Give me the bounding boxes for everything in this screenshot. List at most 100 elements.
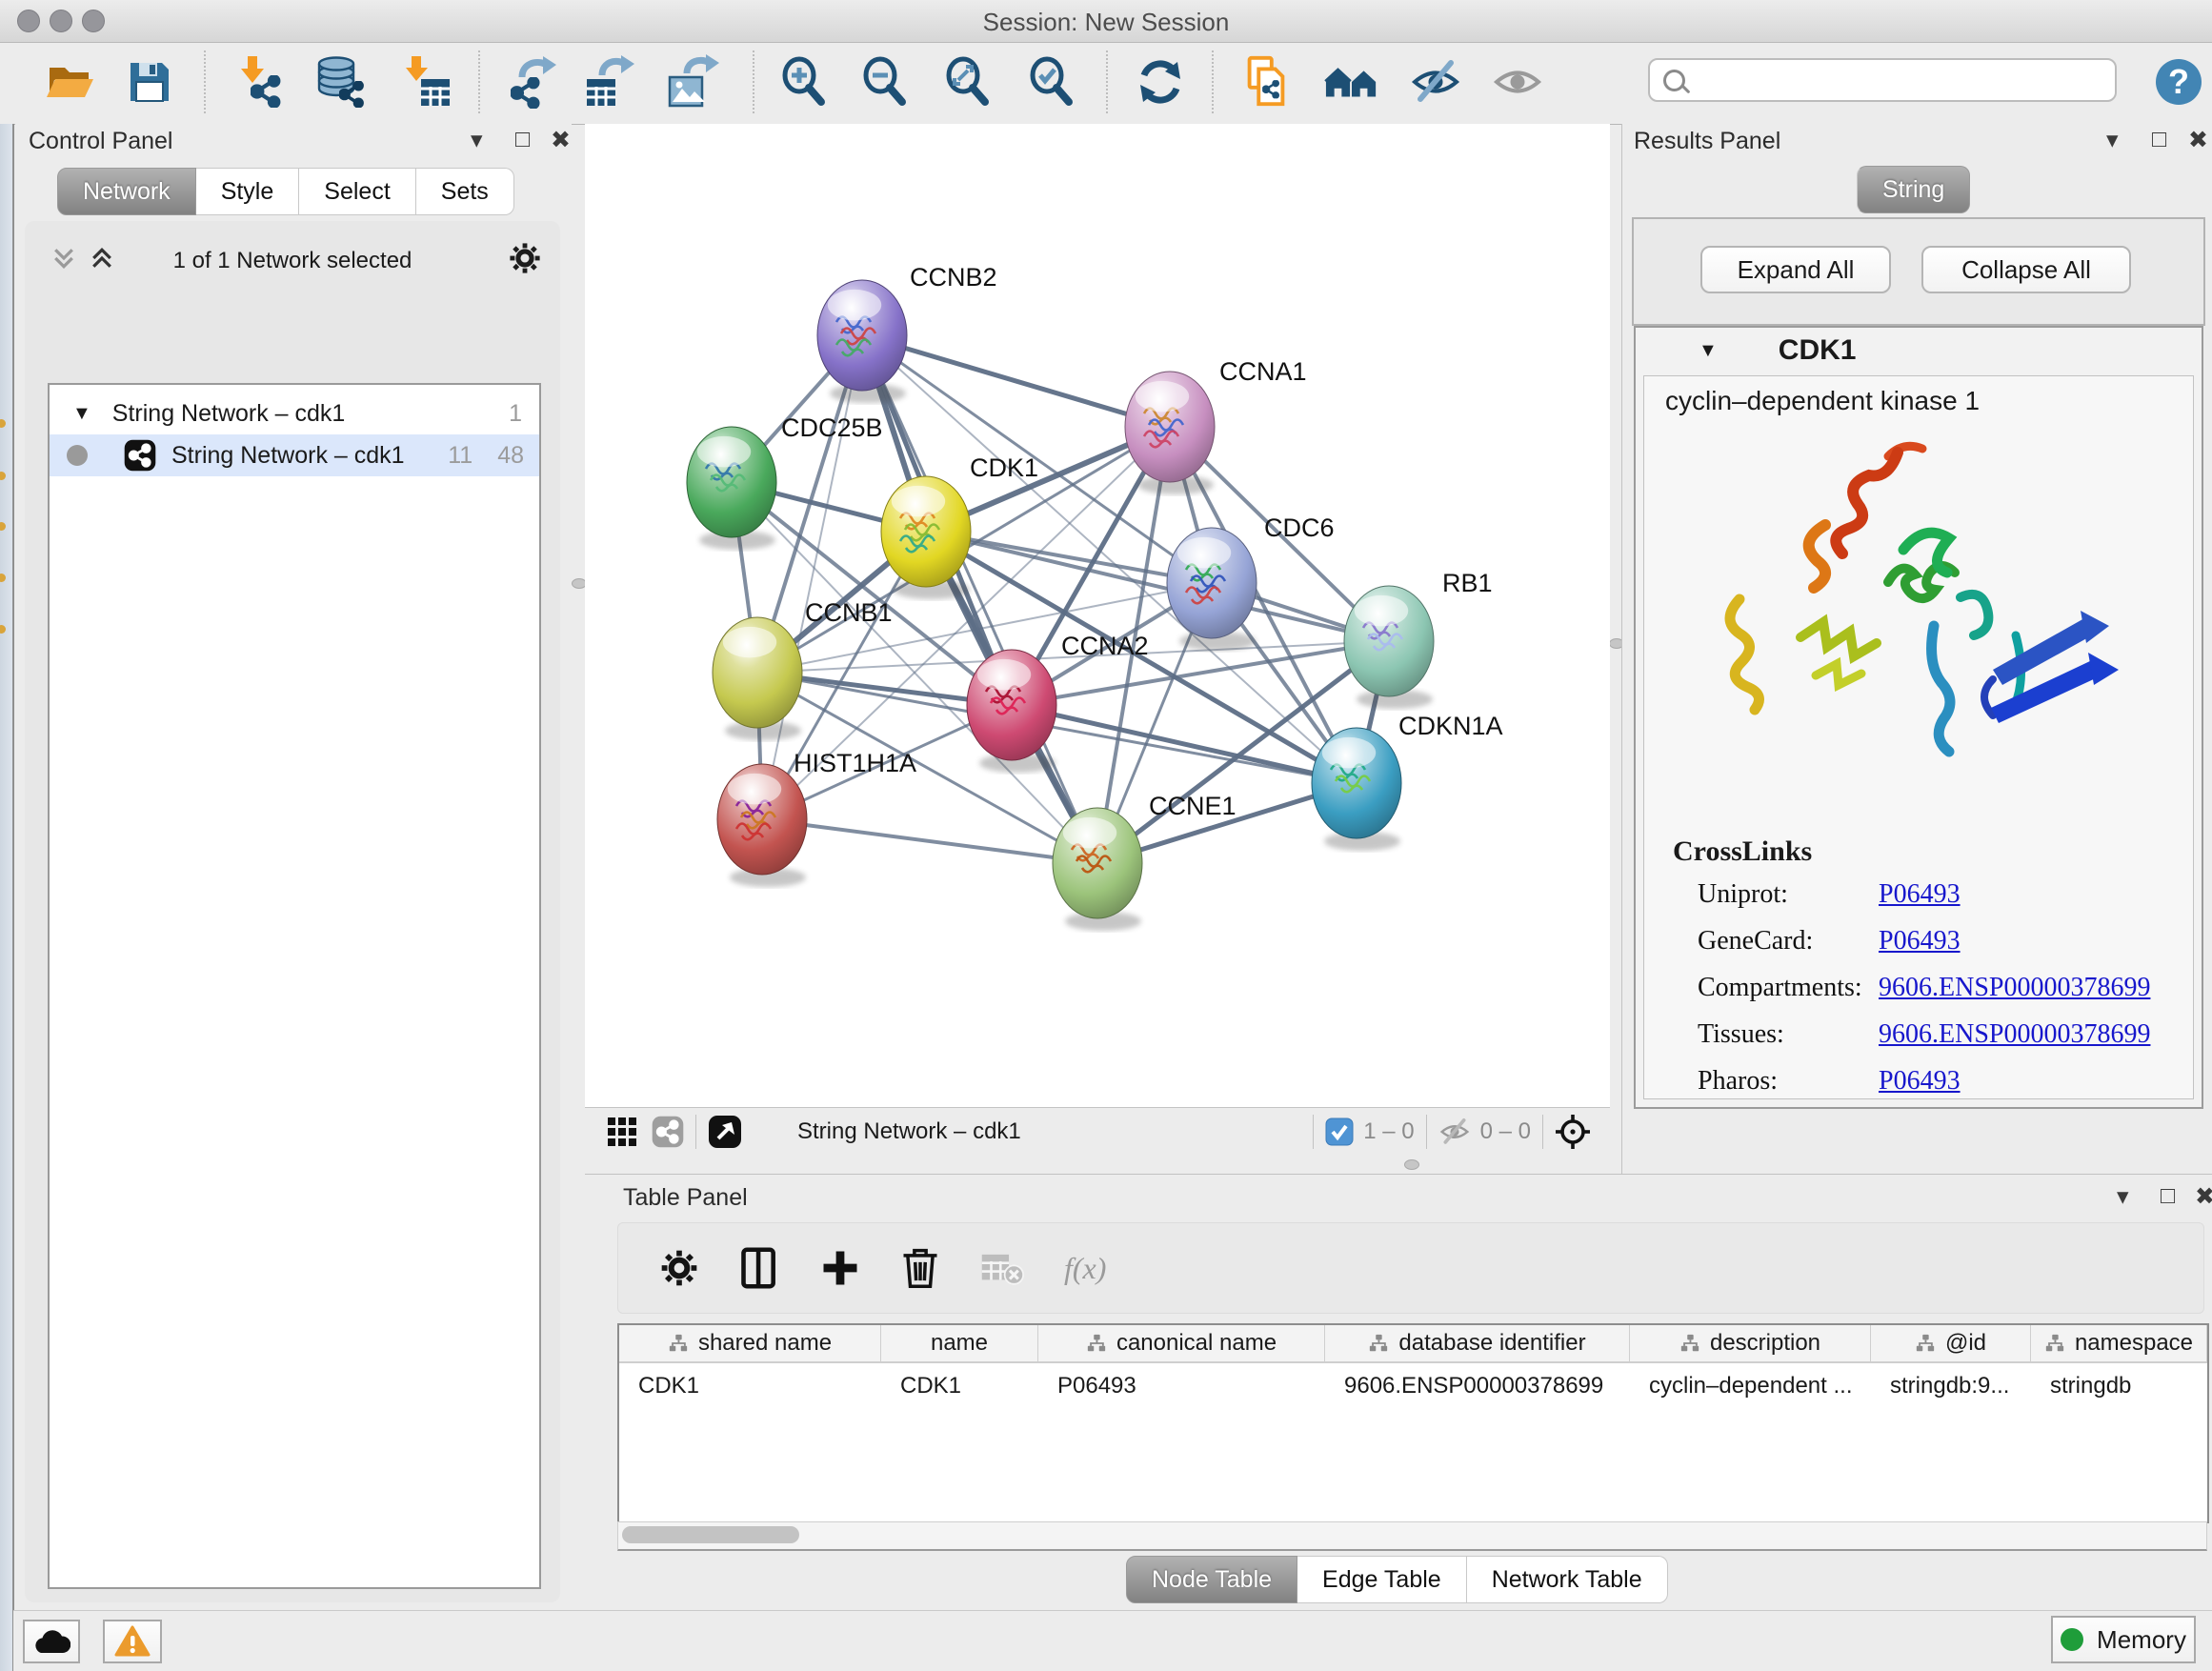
crosslink-value-link[interactable]: 9606.ENSP00000378699 [1879,1019,2150,1050]
network-canvas[interactable]: CCNB2CCNA1CDC25BCDK1CDC6RB1CCNB1CCNA2CDK… [585,124,1610,1107]
network-node-RB1[interactable]: RB1 [1344,569,1493,709]
table-cell-name[interactable]: CDK1 [900,1373,961,1399]
network-row-selected[interactable]: String Network – cdk1 11 48 [50,434,539,476]
open-in-window-icon[interactable] [708,1115,742,1149]
zoom-in-button[interactable] [775,54,831,110]
show-columns-icon[interactable] [738,1246,780,1290]
network-edge-CCNB2-HIST1H1A[interactable] [762,335,862,819]
selected-checkbox-icon[interactable] [1325,1117,1354,1146]
network-node-HIST1H1A[interactable]: HIST1H1A [717,749,916,887]
gene-card-header[interactable]: ▼ CDK1 [1636,328,2202,373]
zoom-out-button[interactable] [856,54,912,110]
tree-expand-icon[interactable]: ▼ [72,403,91,425]
import-network-button[interactable] [231,54,287,110]
tab-node-table[interactable]: Node Table [1126,1556,1297,1603]
network-edge-CCNA2-CDKN1A[interactable] [1012,705,1357,783]
node-label-CDC6: CDC6 [1264,513,1335,542]
table-cell-shared-name[interactable]: CDK1 [638,1373,699,1399]
crosslink-value-link[interactable]: P06493 [1879,926,1961,956]
table-cell-@id[interactable]: stringdb:9... [1890,1373,2009,1399]
column-header-shared-name[interactable]: shared name [619,1325,881,1361]
column-header-@id[interactable]: @id [1871,1325,2031,1361]
network-node-CDC25B[interactable]: CDC25B [687,413,883,550]
crosslinks-title: CrossLinks [1673,836,1812,868]
cloud-button[interactable] [23,1620,80,1663]
navigator-crosshair-icon[interactable] [1555,1114,1591,1150]
export-table-button[interactable] [581,54,636,110]
control-panel-menu-icon[interactable]: ▾ [471,126,483,154]
table-horizontal-scrollbar[interactable] [617,1521,2207,1551]
crosslink-value-link[interactable]: P06493 [1879,1066,1961,1097]
table-panel-close-icon[interactable]: ✖ [2195,1182,2212,1211]
network-edge-CCNB2-CCNA1[interactable] [862,335,1170,427]
show-all-button[interactable] [1490,54,1545,110]
expand-all-button[interactable]: Expand All [1700,246,1891,293]
network-collection-row[interactable]: ▼ String Network – cdk1 1 [50,393,539,434]
collapse-all-button[interactable]: Collapse All [1921,246,2131,293]
tab-select[interactable]: Select [299,168,415,215]
warning-icon [114,1625,151,1658]
memory-button[interactable]: Memory [2051,1616,2196,1663]
warnings-button[interactable] [103,1620,162,1663]
results-panel-menu-icon[interactable]: ▾ [2106,126,2119,154]
results-panel-close-icon[interactable]: ✖ [2188,126,2208,154]
column-header-namespace[interactable]: namespace [2031,1325,2207,1361]
apply-layout-button[interactable] [1133,54,1188,110]
table-settings-gear-icon[interactable] [660,1249,698,1287]
tab-edge-table[interactable]: Edge Table [1297,1556,1467,1603]
crosslink-value-link[interactable]: P06493 [1879,879,1961,910]
network-edge-CCNB2-CCNE1[interactable] [862,335,1097,863]
gene-description: cyclin–dependent kinase 1 [1665,386,1980,416]
table-panel-float-icon[interactable]: □ [2161,1182,2175,1210]
network-node-CCNA2[interactable]: CCNA2 [967,632,1149,773]
table-cell-description[interactable]: cyclin–dependent ... [1649,1373,1852,1399]
network-node-CCNB2[interactable]: CCNB2 [817,263,997,403]
help-button[interactable]: ? [2151,54,2206,110]
column-header-database-identifier[interactable]: database identifier [1325,1325,1630,1361]
open-session-button[interactable] [42,54,97,110]
scrollbar-thumb[interactable] [622,1526,799,1543]
zoom-selected-button[interactable] [1023,54,1078,110]
tab-sets[interactable]: Sets [416,168,514,215]
export-image-button[interactable] [664,54,719,110]
clone-network-button[interactable] [1238,54,1294,110]
card-collapse-icon[interactable]: ▼ [1699,340,1718,362]
first-neighbors-button[interactable] [1324,54,1379,110]
tab-network-table[interactable]: Network Table [1467,1556,1668,1603]
export-network-button[interactable] [505,54,560,110]
delete-column-trash-icon[interactable] [900,1246,940,1290]
tab-string[interactable]: String [1857,166,1970,213]
network-node-CDKN1A[interactable]: CDKN1A [1312,712,1503,851]
crosslink-value-link[interactable]: 9606.ENSP00000378699 [1879,973,2150,1003]
table-cell-database-identifier[interactable]: 9606.ENSP00000378699 [1344,1373,1603,1399]
table-cell-namespace[interactable]: stringdb [2050,1373,2131,1399]
network-node-CDC6[interactable]: CDC6 [1167,513,1335,651]
network-node-CCNE1[interactable]: CCNE1 [1053,792,1237,931]
control-panel-close-icon[interactable]: ✖ [551,126,571,154]
bottom-splitter-handle[interactable] [1404,1159,1419,1170]
table-cell-canonical-name[interactable]: P06493 [1057,1373,1136,1399]
network-edge-HIST1H1A-CCNE1[interactable] [762,819,1097,863]
tab-style[interactable]: Style [196,168,300,215]
memory-label: Memory [2097,1625,2186,1655]
import-network-from-database-button[interactable] [312,54,368,110]
table-panel-menu-icon[interactable]: ▾ [2117,1182,2129,1211]
save-session-button[interactable] [122,54,177,110]
crosslink-label: Compartments: [1698,973,1879,1003]
birdseye-grid-icon[interactable] [606,1116,638,1148]
column-header-description[interactable]: description [1630,1325,1871,1361]
results-panel-float-icon[interactable]: □ [2152,126,2166,153]
column-header-canonical-name[interactable]: canonical name [1038,1325,1325,1361]
column-header-name[interactable]: name [881,1325,1038,1361]
add-column-icon[interactable] [820,1248,860,1288]
import-table-button[interactable] [398,54,453,110]
control-panel-float-icon[interactable]: □ [515,126,530,153]
string-badge-icon[interactable] [652,1116,684,1148]
tab-network[interactable]: Network [57,168,196,215]
hide-selected-button[interactable] [1408,54,1463,110]
zoom-fit-button[interactable] [939,54,995,110]
crosslink-row: Compartments:9606.ENSP00000378699 [1698,973,2193,1003]
hidden-eye-icon[interactable] [1438,1116,1471,1148]
search-input[interactable] [1695,66,2115,94]
network-options-gear-icon[interactable] [509,242,541,274]
